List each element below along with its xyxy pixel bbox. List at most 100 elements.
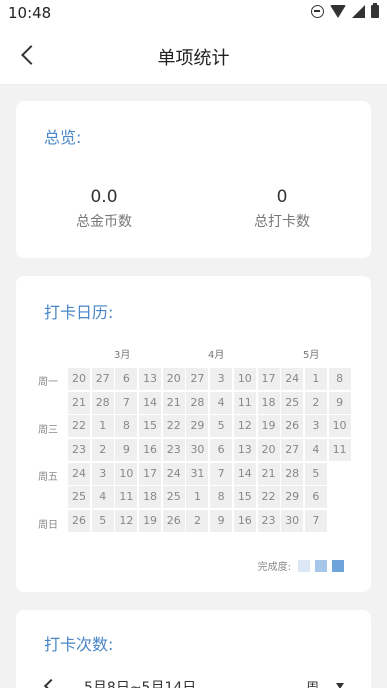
calendar-day-cell: 7 <box>210 462 233 485</box>
page-title: 单项统计 <box>157 48 230 69</box>
weekday-label-fri: 周五 <box>38 472 58 483</box>
calendar-day-cell: 29 <box>281 486 304 509</box>
calendar-day-cell: 6 <box>304 486 327 509</box>
calendar-day-cell: 16 <box>233 510 256 533</box>
calendar-day-cell: 20 <box>257 439 280 462</box>
calendar-day-cell: 3 <box>91 462 114 485</box>
dnd-icon <box>311 5 324 18</box>
calendar-day-cell: 22 <box>257 486 280 509</box>
calendar-day-cell: 25 <box>68 486 90 509</box>
calendar-day-cell: 14 <box>139 391 162 414</box>
count-title: 打卡次数: <box>44 635 114 654</box>
calendar-day-cell: 9 <box>210 510 233 533</box>
calendar-day-cell: 8 <box>115 415 138 438</box>
total-coins-value: 0.0 <box>90 187 118 207</box>
calendar-day-cell: 26 <box>162 510 185 533</box>
calendar-day-cell: 10 <box>328 415 351 438</box>
calendar-day-cell: 15 <box>233 486 256 509</box>
overview-card: 总览: 0.0 总金币数 0 总打卡数 <box>16 101 371 258</box>
calendar-day-cell: 28 <box>186 391 209 414</box>
calendar-day-cell: 1 <box>304 368 327 390</box>
total-checkins-value: 0 <box>276 187 288 207</box>
legend-swatch-mid <box>315 559 327 572</box>
calendar-day-cell: 22 <box>162 415 185 438</box>
calendar-day-cell: 12 <box>233 415 256 438</box>
signal-icon <box>352 5 365 18</box>
calendar-day-cell: 20 <box>162 368 185 390</box>
calendar-day-cell: 4 <box>304 439 327 462</box>
calendar-day-cell <box>329 486 351 508</box>
calendar-day-cell: 16 <box>139 439 162 462</box>
calendar-day-cell: 4 <box>210 391 233 414</box>
calendar-day-cell: 10 <box>115 462 138 485</box>
calendar-day-cell <box>329 463 351 485</box>
calendar-day-cell: 7 <box>115 391 138 414</box>
calendar-day-cell: 5 <box>304 462 327 485</box>
calendar-day-cell: 8 <box>210 486 233 509</box>
calendar-day-cell: 25 <box>281 391 304 414</box>
calendar-day-cell: 12 <box>115 510 138 533</box>
calendar-day-cell <box>329 510 351 532</box>
month-label-april: 4月 <box>208 350 225 361</box>
calendar-day-cell: 28 <box>281 462 304 485</box>
previous-range-button[interactable] <box>42 679 56 688</box>
calendar-day-cell: 23 <box>257 510 280 533</box>
month-label-march: 3月 <box>114 350 131 361</box>
month-label-may: 5月 <box>303 350 320 361</box>
calendar-day-cell: 24 <box>281 368 304 390</box>
calendar-day-cell: 27 <box>91 368 114 390</box>
calendar-day-cell: 5 <box>210 415 233 438</box>
completion-legend: 完成度: <box>258 558 344 573</box>
checkin-count-card: 打卡次数: 5月8日~5月14日 周 <box>16 610 371 688</box>
calendar-day-cell: 9 <box>115 439 138 462</box>
date-range-row: 5月8日~5月14日 周 <box>16 676 371 688</box>
calendar-day-cell: 30 <box>281 510 304 533</box>
calendar-day-cell: 17 <box>257 368 280 390</box>
total-checkins-stat: 0 总打卡数 <box>207 187 357 231</box>
calendar-day-cell: 9 <box>328 391 351 414</box>
status-time: 10:48 <box>8 4 52 22</box>
calendar-day-cell: 14 <box>233 462 256 485</box>
calendar-day-cell: 21 <box>68 391 90 414</box>
period-select[interactable]: 周 <box>306 677 319 688</box>
calendar-grid: 20 27 6 13 20 27 3 10 17 24 1 8 21 28 7 14 21 28 4 11 18 25 2 9… <box>68 368 351 533</box>
calendar-day-cell: 2 <box>304 391 327 414</box>
calendar-day-cell: 18 <box>257 391 280 414</box>
calendar-day-cell: 6 <box>115 368 138 390</box>
total-checkins-label: 总打卡数 <box>254 214 310 230</box>
calendar-day-cell: 4 <box>91 486 114 509</box>
calendar-day-cell: 20 <box>68 368 90 390</box>
calendar-day-cell: 1 <box>91 415 114 438</box>
total-coins-stat: 0.0 总金币数 <box>29 187 179 231</box>
calendar-day-cell: 24 <box>68 462 90 485</box>
calendar-day-cell: 7 <box>304 510 327 533</box>
weekday-label-wed: 周三 <box>38 425 58 436</box>
app-bar: 单项统计 <box>0 26 387 85</box>
calendar-day-cell: 27 <box>281 439 304 462</box>
calendar-day-cell: 2 <box>91 439 114 462</box>
checkin-calendar-card: 打卡日历: 3月 4月 5月 周一 周三 周五 周日 20 27 6 13 20 27 3 1… <box>16 276 371 592</box>
calendar-day-cell: 30 <box>186 439 209 462</box>
calendar-day-cell: 11 <box>233 391 256 414</box>
calendar-day-cell: 26 <box>68 510 90 533</box>
date-range-text: 5月8日~5月14日 <box>84 680 197 688</box>
chevron-down-icon[interactable] <box>336 683 344 688</box>
wifi-icon <box>330 5 346 18</box>
status-icons <box>311 3 379 18</box>
calendar-day-cell: 18 <box>139 486 162 509</box>
status-bar: 10:48 <box>0 0 387 26</box>
calendar-day-cell: 3 <box>304 415 327 438</box>
calendar-day-cell: 28 <box>91 391 114 414</box>
calendar-day-cell: 13 <box>139 368 162 390</box>
calendar-day-cell: 3 <box>210 368 233 390</box>
calendar-day-cell: 8 <box>328 368 351 390</box>
calendar-day-cell: 23 <box>162 439 185 462</box>
weekday-label-mon: 周一 <box>38 377 58 388</box>
calendar-day-cell: 26 <box>281 415 304 438</box>
calendar-day-cell: 19 <box>139 510 162 533</box>
calendar-day-cell: 24 <box>162 462 185 485</box>
calendar-day-cell: 5 <box>91 510 114 533</box>
calendar-day-cell: 31 <box>186 462 209 485</box>
calendar-day-cell: 27 <box>186 368 209 390</box>
overview-title: 总览: <box>44 128 82 147</box>
